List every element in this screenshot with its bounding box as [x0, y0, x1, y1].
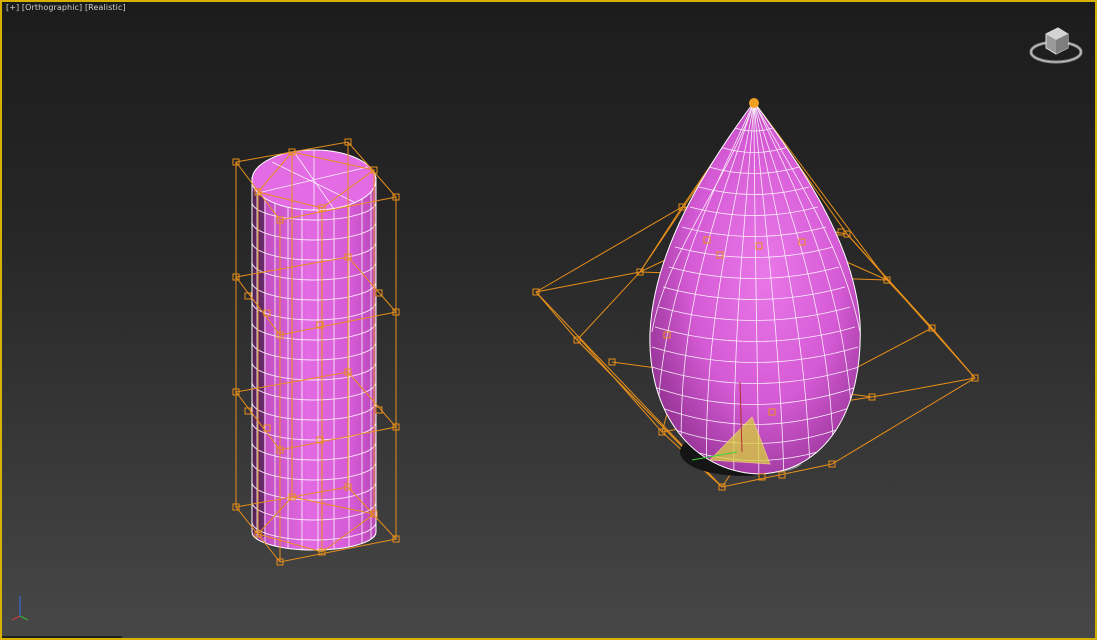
axis-tripod-icon [11, 596, 29, 621]
cylinder-object[interactable] [251, 149, 377, 562]
teardrop-object[interactable] [649, 101, 861, 482]
teardrop-apex-point[interactable] [749, 98, 759, 108]
viewcube-icon[interactable] [1028, 22, 1084, 70]
viewport-bottom-strip [2, 636, 122, 638]
perspective-viewport[interactable]: [+] [Orthographic] [Realistic] [0, 0, 1097, 640]
scene-canvas[interactable] [2, 2, 1095, 638]
